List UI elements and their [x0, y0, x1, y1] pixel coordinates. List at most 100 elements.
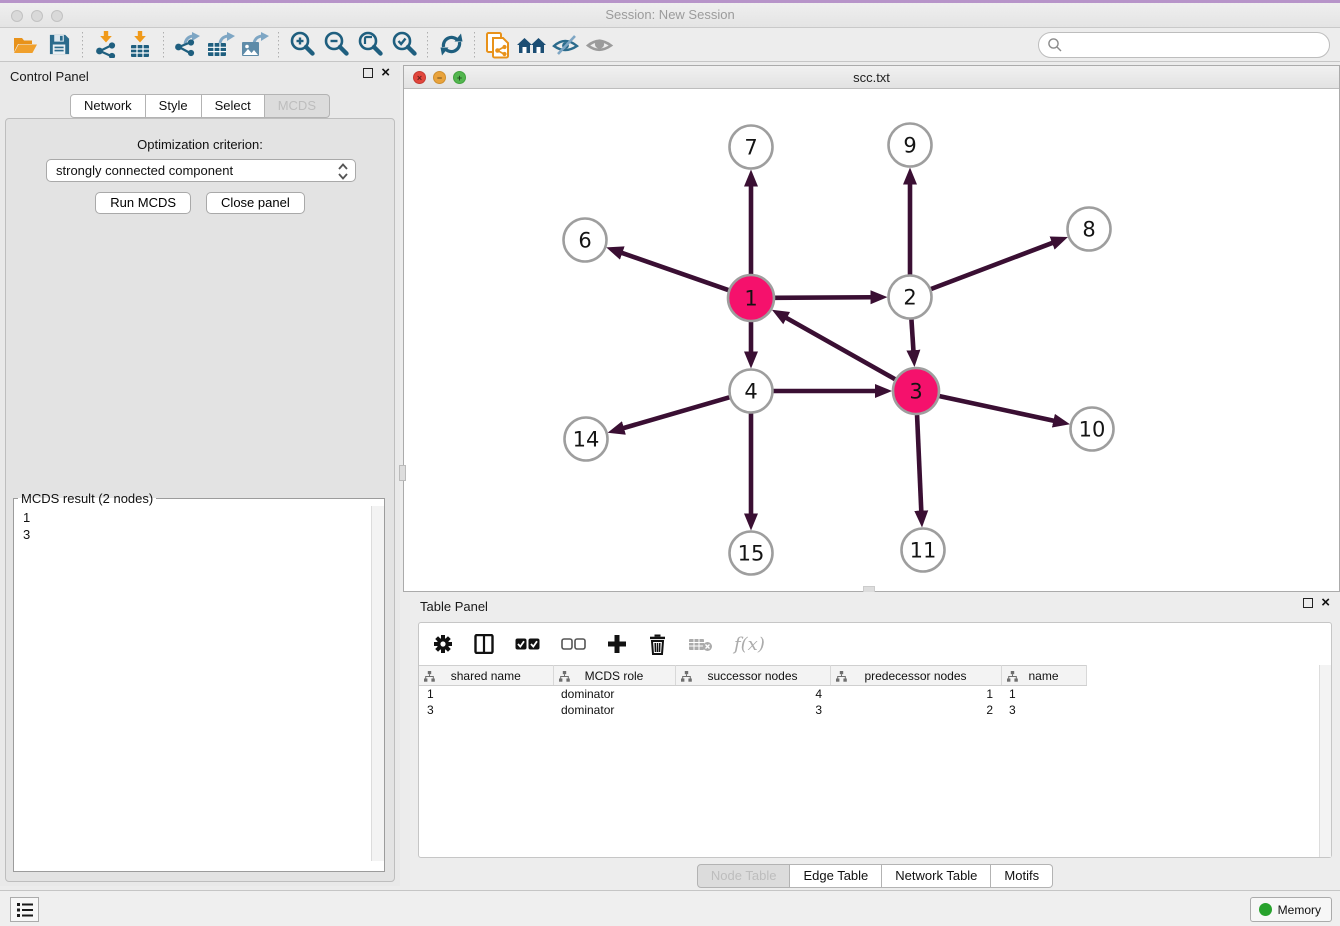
float-table-panel-icon[interactable] — [1303, 598, 1313, 608]
table-row[interactable]: 1dominator411 — [419, 686, 1102, 702]
zoom-fit-button[interactable] — [353, 30, 387, 60]
refresh-button[interactable] — [434, 30, 468, 60]
table-cell[interactable]: 2 — [830, 702, 1001, 718]
open-file-icon — [12, 33, 38, 57]
export-network-button[interactable] — [170, 30, 204, 60]
column-header-MCDS-role[interactable]: MCDS role — [553, 666, 675, 686]
edge-3-10[interactable] — [939, 396, 1054, 421]
node-2[interactable]: 2 — [889, 276, 932, 319]
node-3[interactable]: 3 — [893, 368, 939, 414]
table-cell[interactable]: dominator — [553, 702, 675, 718]
show-all-button[interactable] — [583, 30, 617, 60]
node-7[interactable]: 7 — [730, 126, 773, 169]
clone-network-button[interactable] — [481, 30, 515, 60]
run-mcds-button[interactable]: Run MCDS — [95, 192, 191, 214]
control-panel-tabs: NetworkStyleSelectMCDS — [0, 94, 400, 118]
column-header-predecessor-nodes[interactable]: predecessor nodes — [830, 666, 1001, 686]
edge-2-8[interactable] — [931, 243, 1053, 289]
table-cell[interactable]: 3 — [675, 702, 830, 718]
table-cell[interactable]: 4 — [675, 686, 830, 702]
column-header-successor-nodes[interactable]: successor nodes — [675, 666, 830, 686]
tab-style[interactable]: Style — [146, 94, 202, 118]
edge-4-14[interactable] — [623, 397, 729, 428]
close-panel-icon[interactable]: × — [381, 68, 390, 78]
node-8[interactable]: 8 — [1068, 208, 1111, 251]
node-14[interactable]: 14 — [565, 418, 608, 461]
table-tab-edge-table[interactable]: Edge Table — [790, 864, 882, 888]
save-session-button[interactable] — [42, 30, 76, 60]
node-6[interactable]: 6 — [564, 219, 607, 262]
memory-button[interactable]: Memory — [1250, 897, 1332, 922]
table-tab-network-table[interactable]: Network Table — [882, 864, 991, 888]
open-file-button[interactable] — [8, 30, 42, 60]
export-network-icon — [173, 32, 201, 58]
node-9[interactable]: 9 — [889, 124, 932, 167]
delete-column-button[interactable] — [648, 634, 667, 655]
zoom-selected-button[interactable] — [387, 30, 421, 60]
criterion-dropdown[interactable]: strongly connected component — [46, 159, 356, 182]
node-label: 9 — [903, 134, 916, 158]
table-tab-node-table[interactable]: Node Table — [697, 864, 791, 888]
network-graph[interactable]: 7 9 6 8 1 2 4 3 14 10 15 11 — [404, 89, 1339, 591]
export-image-button[interactable] — [238, 30, 272, 60]
table-scrollbar[interactable] — [1319, 665, 1331, 857]
window-title: Session: New Session — [0, 7, 1340, 22]
column-header-shared-name[interactable]: shared name — [419, 666, 553, 686]
edge-3-1[interactable] — [786, 318, 895, 380]
import-table-button[interactable] — [123, 30, 157, 60]
tab-mcds[interactable]: MCDS — [265, 94, 330, 118]
table-cell[interactable]: 1 — [419, 686, 553, 702]
edge-2-3[interactable] — [911, 319, 913, 351]
column-header-label: MCDS role — [585, 669, 644, 683]
table-cell[interactable]: dominator — [553, 686, 675, 702]
hierarchy-icon — [424, 671, 435, 682]
edge-1-6[interactable] — [621, 253, 728, 290]
node-1[interactable]: 1 — [728, 275, 774, 321]
node-10[interactable]: 10 — [1071, 408, 1114, 451]
columns-button[interactable] — [474, 634, 494, 654]
result-scrollbar[interactable] — [371, 506, 384, 861]
splitter-grip-vertical[interactable] — [399, 465, 406, 481]
search-input[interactable] — [1038, 32, 1330, 58]
table-cell[interactable]: 1 — [1001, 686, 1086, 702]
control-panel-title: Control Panel — [10, 69, 89, 84]
node-15[interactable]: 15 — [730, 532, 773, 575]
add-column-button[interactable] — [607, 634, 627, 654]
zoom-out-icon — [323, 31, 350, 58]
node-11[interactable]: 11 — [902, 529, 945, 572]
close-panel-button[interactable]: Close panel — [206, 192, 305, 214]
node-label: 11 — [910, 539, 937, 563]
delete-table-button[interactable] — [688, 636, 713, 652]
gear-button[interactable] — [433, 634, 453, 654]
first-neighbors-button[interactable] — [515, 30, 549, 60]
edge-3-11[interactable] — [917, 415, 921, 512]
network-view-titlebar[interactable]: × − + scc.txt — [404, 66, 1339, 89]
node-4[interactable]: 4 — [730, 370, 773, 413]
edge-1-2[interactable] — [775, 297, 872, 298]
export-table-button[interactable] — [204, 30, 238, 60]
table-cell[interactable]: 1 — [830, 686, 1001, 702]
float-panel-icon[interactable] — [363, 68, 373, 78]
tab-network[interactable]: Network — [70, 94, 146, 118]
hide-selected-button[interactable] — [549, 30, 583, 60]
zoom-out-button[interactable] — [319, 30, 353, 60]
close-table-panel-icon[interactable]: × — [1321, 598, 1330, 608]
zoom-in-button[interactable] — [285, 30, 319, 60]
table-cell[interactable]: 3 — [419, 702, 553, 718]
mcds-result-list[interactable]: 13 — [14, 506, 384, 861]
tab-select[interactable]: Select — [202, 94, 265, 118]
task-history-button[interactable] — [10, 897, 39, 922]
table-cell[interactable]: 3 — [1001, 702, 1086, 718]
table-tab-motifs[interactable]: Motifs — [991, 864, 1053, 888]
search-icon — [1047, 37, 1063, 53]
select-all-button[interactable] — [515, 638, 540, 650]
table-row[interactable]: 3dominator323 — [419, 702, 1102, 718]
node-table[interactable]: shared name MCDS role successor nodesprede… — [419, 665, 1102, 718]
network-canvas[interactable]: 7 9 6 8 1 2 4 3 14 10 15 11 — [404, 89, 1339, 591]
deselect-all-button[interactable] — [561, 638, 586, 650]
function-builder-button[interactable]: f(x) — [734, 634, 765, 655]
column-header-name[interactable]: name — [1001, 666, 1086, 686]
hierarchy-icon — [1007, 671, 1018, 682]
import-network-button[interactable] — [89, 30, 123, 60]
mcds-result-box: MCDS result (2 nodes) 13 — [13, 491, 385, 872]
